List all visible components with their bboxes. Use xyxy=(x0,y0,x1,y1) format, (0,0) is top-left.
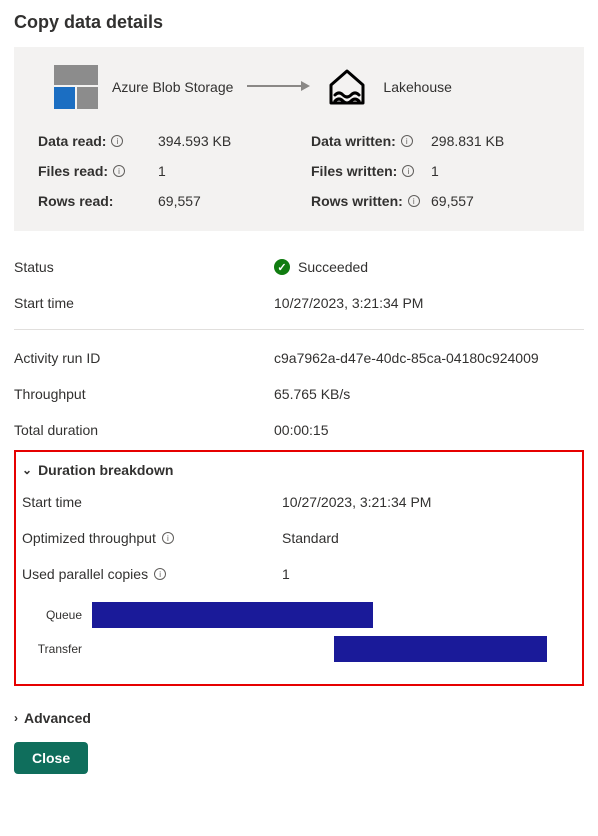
success-icon: ✓ xyxy=(274,259,290,275)
kv-label: Start time xyxy=(22,494,282,510)
kv-value: Standard xyxy=(282,530,339,546)
kv-value: 10/27/2023, 3:21:34 PM xyxy=(274,295,423,311)
kv-value: Succeeded xyxy=(298,259,368,275)
section-title: Advanced xyxy=(24,710,91,726)
row-start-time: Start time 10/27/2023, 3:21:34 PM xyxy=(14,285,584,321)
kv-value: 1 xyxy=(282,566,290,582)
advanced-toggle[interactable]: › Advanced xyxy=(14,704,584,732)
gantt-label: Transfer xyxy=(32,642,92,656)
info-icon[interactable]: i xyxy=(113,165,125,177)
row-status: Status ✓ Succeeded xyxy=(14,249,584,285)
chevron-right-icon: › xyxy=(14,711,18,725)
stat-value: 1 xyxy=(431,163,439,179)
sink-label: Lakehouse xyxy=(383,79,452,95)
row-total-duration: Total duration 00:00:15 xyxy=(14,412,584,448)
gantt-row-transfer: Transfer xyxy=(32,636,576,662)
stat-label: Data read: xyxy=(38,133,106,149)
arrow-icon xyxy=(247,79,311,95)
stat-data-read: Data read: i 394.593 KB xyxy=(38,133,287,149)
stat-value: 69,557 xyxy=(158,193,201,209)
stat-value: 69,557 xyxy=(431,193,474,209)
stat-rows-read: Rows read: 69,557 xyxy=(38,193,287,209)
close-button[interactable]: Close xyxy=(14,742,88,774)
kv-label: Optimized throughput xyxy=(22,530,156,546)
kv-value: c9a7962a-d47e-40dc-85ca-04180c924009 xyxy=(274,350,539,366)
stat-data-written: Data written: i 298.831 KB xyxy=(311,133,560,149)
summary-card: Azure Blob Storage Lakehouse Data read: i… xyxy=(14,47,584,231)
stats-grid: Data read: i 394.593 KB Data written: i 29… xyxy=(38,133,560,209)
info-icon[interactable]: i xyxy=(162,532,174,544)
kv-label: Throughput xyxy=(14,386,274,402)
info-icon[interactable]: i xyxy=(401,135,413,147)
row-bd-parallel-copies: Used parallel copies i 1 xyxy=(22,556,576,592)
page-title: Copy data details xyxy=(14,12,584,33)
stat-label: Files written: xyxy=(311,163,397,179)
kv-label: Total duration xyxy=(14,422,274,438)
kv-value: 10/27/2023, 3:21:34 PM xyxy=(282,494,431,510)
gantt-track xyxy=(92,636,576,662)
divider xyxy=(14,329,584,330)
info-icon[interactable]: i xyxy=(408,195,420,207)
chevron-down-icon: ⌄ xyxy=(22,463,32,477)
kv-label: Activity run ID xyxy=(14,350,274,366)
gantt-row-queue: Queue xyxy=(32,602,576,628)
stat-files-read: Files read: i 1 xyxy=(38,163,287,179)
source-label: Azure Blob Storage xyxy=(112,79,233,95)
kv-label: Used parallel copies xyxy=(22,566,148,582)
section-title: Duration breakdown xyxy=(38,462,173,478)
duration-breakdown-section: ⌄ Duration breakdown Start time 10/27/20… xyxy=(14,450,584,686)
row-run-id: Activity run ID c9a7962a-d47e-40dc-85ca-… xyxy=(14,340,584,376)
gantt-bar-queue xyxy=(92,602,373,628)
stat-label: Rows written: xyxy=(311,193,403,209)
duration-breakdown-toggle[interactable]: ⌄ Duration breakdown xyxy=(22,456,576,484)
info-icon[interactable]: i xyxy=(402,165,414,177)
gantt-label: Queue xyxy=(32,608,92,622)
info-icon[interactable]: i xyxy=(111,135,123,147)
row-bd-start-time: Start time 10/27/2023, 3:21:34 PM xyxy=(22,484,576,520)
azure-blob-icon xyxy=(54,65,98,109)
stat-value: 394.593 KB xyxy=(158,133,231,149)
kv-label: Start time xyxy=(14,295,274,311)
gantt-bar-transfer xyxy=(334,636,547,662)
lakehouse-icon xyxy=(325,65,369,109)
stat-label: Data written: xyxy=(311,133,396,149)
stat-label: Files read: xyxy=(38,163,108,179)
stat-label: Rows read: xyxy=(38,193,113,209)
stat-files-written: Files written: i 1 xyxy=(311,163,560,179)
row-bd-opt-throughput: Optimized throughput i Standard xyxy=(22,520,576,556)
duration-gantt: Queue Transfer xyxy=(32,602,576,662)
gantt-track xyxy=(92,602,576,628)
stat-rows-written: Rows written: i 69,557 xyxy=(311,193,560,209)
kv-value: 00:00:15 xyxy=(274,422,329,438)
stat-value: 298.831 KB xyxy=(431,133,504,149)
info-icon[interactable]: i xyxy=(154,568,166,580)
source-sink-flow: Azure Blob Storage Lakehouse xyxy=(38,65,560,109)
kv-label: Status xyxy=(14,259,274,275)
stat-value: 1 xyxy=(158,163,166,179)
row-throughput: Throughput 65.765 KB/s xyxy=(14,376,584,412)
kv-value: 65.765 KB/s xyxy=(274,386,350,402)
